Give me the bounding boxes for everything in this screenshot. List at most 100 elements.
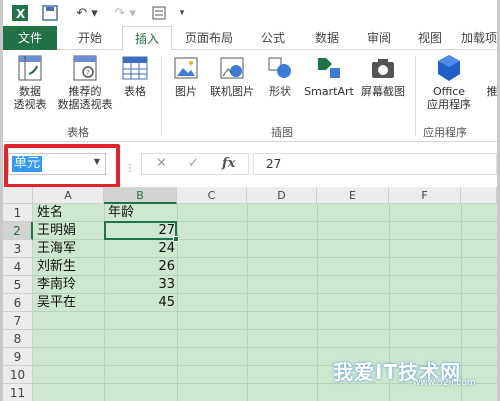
table-label: 表格 bbox=[124, 85, 146, 98]
tab-home[interactable]: 开始 bbox=[59, 26, 121, 50]
cancel-icon[interactable]: ✕ bbox=[156, 156, 167, 171]
row-header-7[interactable]: 7 bbox=[3, 312, 33, 330]
row-header-9[interactable]: 9 bbox=[3, 348, 33, 366]
cell-a5[interactable]: 李南玲 bbox=[37, 276, 103, 294]
tab-review[interactable]: 审阅 bbox=[353, 26, 405, 50]
redo-icon[interactable]: ↷ ▾ bbox=[111, 3, 139, 23]
row-header-5[interactable]: 5 bbox=[3, 276, 33, 294]
column-header-e[interactable]: E bbox=[317, 187, 389, 204]
row-header-4[interactable]: 4 bbox=[3, 258, 33, 276]
svg-text:X: X bbox=[16, 7, 26, 21]
cell-a6[interactable]: 吴平在 bbox=[37, 294, 103, 312]
pivot-table-button[interactable]: 数据 透视表 bbox=[9, 54, 51, 111]
form-icon[interactable] bbox=[149, 3, 169, 23]
shapes-icon bbox=[268, 57, 291, 78]
table-button[interactable]: 表格 bbox=[117, 54, 153, 98]
smartart-icon bbox=[318, 58, 340, 78]
table-icon bbox=[122, 56, 148, 80]
screenshot-label: 屏幕截图 bbox=[361, 85, 405, 98]
recommended-pivot-label-2: 数据透视表 bbox=[57, 98, 113, 111]
gridline bbox=[247, 204, 248, 401]
save-icon[interactable] bbox=[39, 3, 61, 23]
online-picture-button[interactable]: 联机图片 bbox=[205, 54, 259, 98]
undo-icon[interactable]: ↶ ▾ bbox=[73, 3, 101, 23]
highlight-box bbox=[4, 144, 120, 188]
tab-view[interactable]: 视图 bbox=[405, 26, 455, 50]
watermark-url: www.52ij.com bbox=[413, 378, 476, 388]
gridline bbox=[461, 204, 462, 401]
cell-b4[interactable]: 26 bbox=[104, 258, 177, 276]
column-header-b[interactable]: B bbox=[104, 187, 177, 204]
insert-function-icon[interactable]: fx bbox=[222, 156, 235, 171]
pivot-table-icon bbox=[18, 55, 42, 81]
cell-a2[interactable]: 王明娟 bbox=[37, 222, 103, 240]
column-header-a[interactable]: A bbox=[33, 187, 104, 204]
row-header-2[interactable]: 2 bbox=[3, 222, 33, 240]
group-divider bbox=[161, 56, 162, 136]
row-header-6[interactable]: 6 bbox=[3, 294, 33, 312]
tab-data[interactable]: 数据 bbox=[301, 26, 353, 50]
column-header-g[interactable] bbox=[461, 187, 497, 204]
group-divider bbox=[415, 56, 416, 136]
customize-qat-icon[interactable]: ▾ bbox=[175, 3, 189, 23]
quick-access-toolbar: X ↶ ▾ ↷ ▾ ▾ bbox=[3, 0, 497, 26]
row-header-8[interactable]: 8 bbox=[3, 330, 33, 348]
screenshot-button[interactable]: 屏幕截图 bbox=[357, 54, 409, 98]
recommended-pivot-label-1: 推荐的 bbox=[68, 85, 102, 98]
recommended-charts-label: 推 bbox=[487, 85, 497, 98]
ribbon-insert: 数据 透视表 ? 推荐的 数据透视表 表格 表格 图片 联机图片 形状 Smar… bbox=[3, 50, 497, 142]
pivot-table-label-2: 透视表 bbox=[13, 98, 47, 111]
column-header-f[interactable]: F bbox=[389, 187, 461, 204]
select-all-corner[interactable] bbox=[3, 187, 33, 204]
enter-icon[interactable]: ✓ bbox=[188, 156, 199, 171]
cell-a3[interactable]: 王海军 bbox=[37, 240, 103, 258]
smartart-button[interactable]: SmartArt bbox=[301, 54, 357, 98]
row-header-1[interactable]: 1 bbox=[3, 204, 33, 222]
svg-text:?: ? bbox=[86, 69, 90, 77]
cell-a4[interactable]: 刘新生 bbox=[37, 258, 103, 276]
group-illustrations-label: 插图 bbox=[271, 126, 293, 139]
tab-formulas[interactable]: 公式 bbox=[247, 26, 299, 50]
fill-handle[interactable] bbox=[173, 236, 179, 242]
column-header-d[interactable]: D bbox=[247, 187, 317, 204]
formula-buttons: ✕ ✓ fx bbox=[141, 153, 249, 175]
gridline bbox=[33, 347, 497, 348]
excel-logo-icon: X bbox=[9, 3, 31, 23]
cell-b1[interactable]: 年龄 bbox=[108, 204, 176, 222]
gridline bbox=[177, 204, 178, 401]
pivot-table-label-1: 数据 bbox=[19, 85, 41, 98]
cell-b5[interactable]: 33 bbox=[104, 276, 177, 294]
online-picture-label: 联机图片 bbox=[210, 85, 254, 98]
ribbon-tabs: 文件 开始 插入 页面布局 公式 数据 审阅 视图 加载项 bbox=[3, 26, 497, 51]
shapes-button[interactable]: 形状 bbox=[261, 54, 299, 98]
excel-window: X ↶ ▾ ↷ ▾ ▾ 文件 开始 插入 页面布局 公式 数据 审阅 视图 加载… bbox=[3, 0, 497, 401]
picture-button[interactable]: 图片 bbox=[167, 54, 205, 98]
office-apps-button[interactable]: Office 应用程序 bbox=[417, 54, 481, 111]
tab-file[interactable]: 文件 bbox=[3, 26, 57, 50]
column-header-c[interactable]: C bbox=[177, 187, 247, 204]
cell-b6[interactable]: 45 bbox=[104, 294, 177, 312]
row-header-10[interactable]: 10 bbox=[3, 366, 33, 384]
office-apps-label-1: Office bbox=[432, 85, 466, 98]
recommended-charts-button[interactable]: 推 bbox=[487, 54, 497, 98]
tab-page-layout[interactable]: 页面布局 bbox=[173, 26, 245, 50]
gridline bbox=[33, 329, 497, 330]
group-tables-label: 表格 bbox=[67, 126, 89, 139]
recommended-pivot-button[interactable]: ? 推荐的 数据透视表 bbox=[57, 54, 113, 111]
formula-input[interactable]: 27 bbox=[253, 153, 497, 175]
row-header-11[interactable]: 11 bbox=[3, 384, 33, 401]
group-apps-label: 应用程序 bbox=[423, 126, 467, 139]
cell-b3[interactable]: 24 bbox=[104, 240, 177, 258]
recommended-charts-icon bbox=[487, 54, 497, 82]
recommended-pivot-icon: ? bbox=[73, 55, 97, 81]
drag-handle-icon[interactable]: ⋮ bbox=[125, 163, 135, 174]
picture-icon bbox=[174, 57, 198, 79]
smartart-label: SmartArt bbox=[304, 85, 354, 98]
tab-insert[interactable]: 插入 bbox=[122, 26, 172, 51]
tab-addins[interactable]: 加载项 bbox=[455, 26, 497, 50]
office-apps-icon bbox=[438, 55, 460, 81]
row-header-3[interactable]: 3 bbox=[3, 240, 33, 258]
camera-icon bbox=[372, 59, 394, 78]
cell-a1[interactable]: 姓名 bbox=[37, 204, 103, 222]
active-cell-border bbox=[104, 221, 177, 240]
